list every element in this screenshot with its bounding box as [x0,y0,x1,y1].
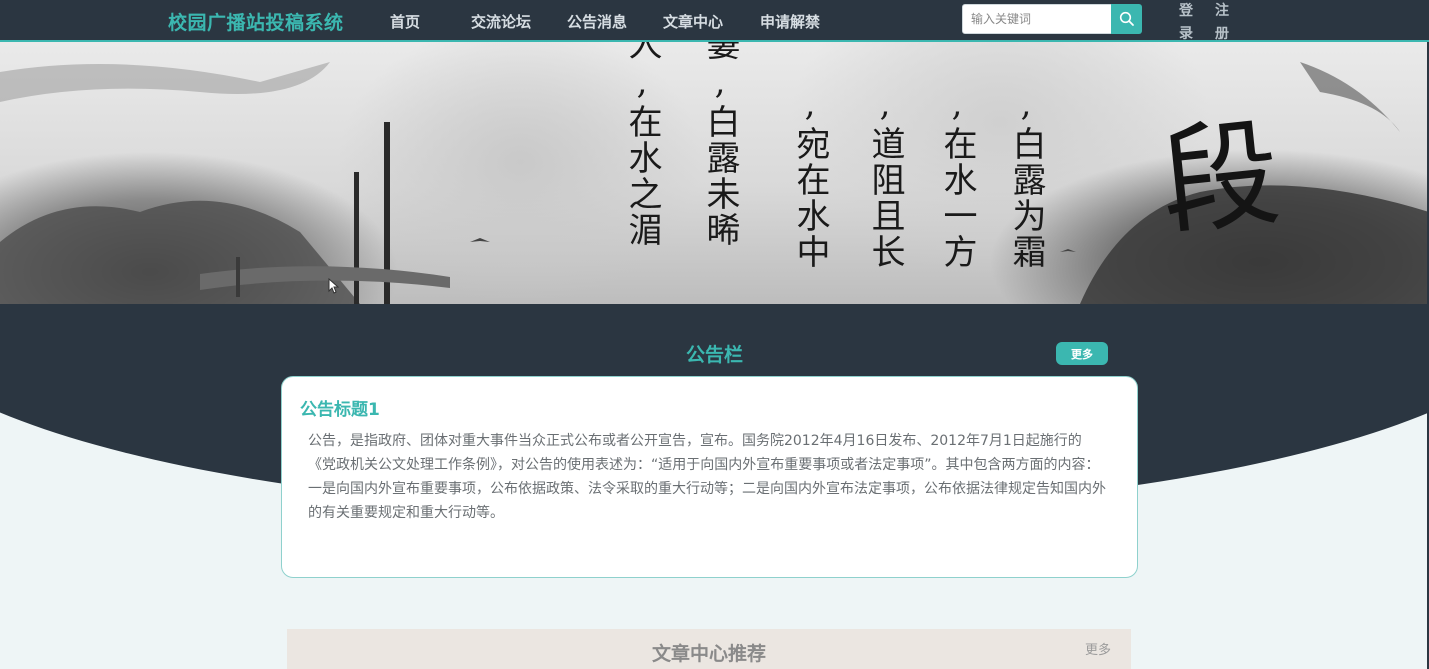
nav-item-unban-request[interactable]: 申请解禁 [760,11,820,32]
calligraphy-glyph: 段 [1154,103,1287,253]
notice-more-button[interactable]: 更多 [1056,342,1108,365]
poem-column-2: ,在水一方 [937,84,977,270]
search-button[interactable] [1111,4,1142,34]
poem-column-3: ,道阻且长 [865,84,905,270]
notice-board-title: 公告栏 [685,344,743,366]
notice-card-title[interactable]: 公告标题1 [300,395,380,420]
article-more-link[interactable]: 更多 [1085,639,1111,658]
register-link[interactable]: 注 册 [1214,0,1230,46]
search-icon [1119,11,1134,26]
register-char-1: 注 [1215,3,1229,19]
top-navbar: 校园广播站投稿系统 首页 交流论坛 公告消息 文章中心 申请解禁 登 录 注 册 [0,0,1429,42]
poem-column-5: 萋,白露未晞 [700,42,740,248]
search-input[interactable] [962,4,1112,34]
nav-item-articles[interactable]: 文章中心 [663,11,723,32]
login-char-2: 录 [1179,26,1193,42]
hero-banner-image: 人,在水之湄 萋,白露未晞 ,宛在水中 ,道阻且长 ,在水一方 ,白露为霜 段 [0,42,1429,304]
notice-card-body: 公告，是指政府、团体对重大事件当众正式公布或者公开宣告，宣布。国务院2012年4… [308,433,1106,521]
login-link[interactable]: 登 录 [1178,0,1194,46]
login-char-1: 登 [1179,3,1193,19]
nav-item-home[interactable]: 首页 [390,11,420,32]
article-center-header: 文章中心推荐 更多 [287,629,1131,669]
notice-card[interactable]: 公告标题1 公告，是指政府、团体对重大事件当众正式公布或者公开宣告，宣布。国务院… [281,376,1138,578]
poem-column-4: ,宛在水中 [790,84,830,270]
nav-item-forum[interactable]: 交流论坛 [471,11,531,32]
nav-item-announcements[interactable]: 公告消息 [567,11,627,32]
mouse-cursor-icon [328,278,340,294]
article-center-title: 文章中心推荐 [651,643,766,665]
site-logo[interactable]: 校园广播站投稿系统 [168,8,344,35]
register-char-2: 册 [1215,26,1229,42]
poem-column-1: ,白露为霜 [1006,84,1046,270]
page: 校园广播站投稿系统 首页 交流论坛 公告消息 文章中心 申请解禁 登 录 注 册 [0,0,1429,669]
poem-column-6: 人,在水之湄 [622,42,662,248]
